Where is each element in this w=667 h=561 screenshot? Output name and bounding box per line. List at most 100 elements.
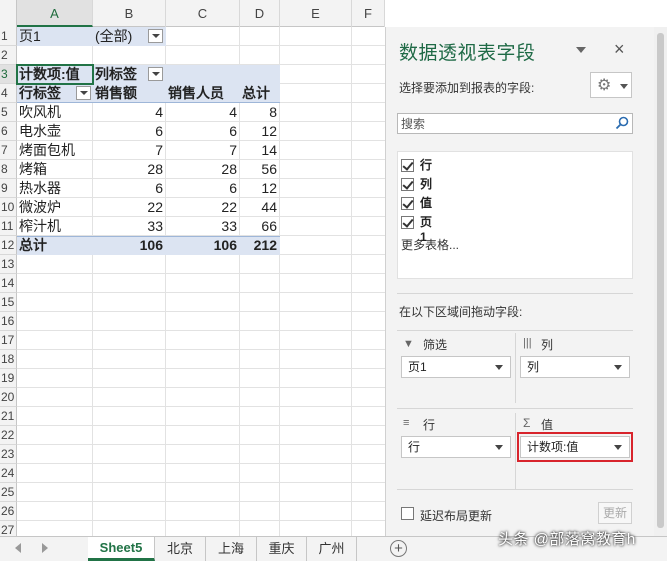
pivot-value-cell[interactable]: 6 xyxy=(93,122,166,141)
grand-total-label[interactable]: 总计 xyxy=(17,236,93,255)
chevron-down-icon[interactable] xyxy=(495,365,503,370)
pane-options-caret-icon[interactable] xyxy=(576,47,586,53)
column-header-f[interactable]: F xyxy=(352,0,385,27)
pivot-row-label-cell[interactable]: 榨汁机 xyxy=(17,217,93,236)
search-input[interactable] xyxy=(398,114,608,133)
pivot-value-cell[interactable]: 66 xyxy=(240,217,280,236)
checkbox-checked[interactable] xyxy=(401,197,414,210)
pivot-value-cell[interactable]: 22 xyxy=(166,198,240,217)
pivot-value-cell[interactable]: 12 xyxy=(240,122,280,141)
column-header-a[interactable]: A xyxy=(17,0,93,27)
grand-total-cell[interactable]: 106 xyxy=(166,236,240,255)
pivot-value-cell[interactable]: 44 xyxy=(240,198,280,217)
row-header[interactable]: 16 xyxy=(0,312,17,331)
grand-total-cell[interactable]: 212 xyxy=(240,236,280,255)
pivot-value-cell[interactable]: 56 xyxy=(240,160,280,179)
column-label-dropdown-button[interactable] xyxy=(148,67,163,81)
row-header[interactable]: 9 xyxy=(0,179,17,198)
pivot-value-cell[interactable]: 4 xyxy=(93,103,166,122)
pivot-row-label-cell[interactable]: 烤面包机 xyxy=(17,141,93,160)
pivot-row-label-cell[interactable]: 吹风机 xyxy=(17,103,93,122)
row-header[interactable]: 22 xyxy=(0,426,17,445)
row-header[interactable]: 14 xyxy=(0,274,17,293)
close-icon[interactable]: × xyxy=(614,39,625,60)
row-header[interactable]: 3 xyxy=(0,65,17,84)
pivot-row-label-cell[interactable]: 微波炉 xyxy=(17,198,93,217)
row-header[interactable]: 11 xyxy=(0,217,17,236)
pivot-filter-value[interactable]: (全部) xyxy=(93,27,153,46)
sheet-tab-guangzhou[interactable]: 广州 xyxy=(307,537,357,561)
pivot-filter-label[interactable]: 页1 xyxy=(17,27,93,46)
pivot-value-cell[interactable]: 6 xyxy=(93,179,166,198)
search-icon[interactable] xyxy=(615,116,629,130)
pivot-value-cell[interactable]: 7 xyxy=(93,141,166,160)
sheet-tab-beijing[interactable]: 北京 xyxy=(155,537,206,561)
pivot-row-label-cell[interactable]: 电水壶 xyxy=(17,122,93,141)
column-header-b[interactable]: B xyxy=(93,0,166,27)
row-header[interactable]: 6 xyxy=(0,122,17,141)
row-header[interactable]: 17 xyxy=(0,331,17,350)
column-header-d[interactable]: D xyxy=(240,0,280,27)
row-header[interactable]: 19 xyxy=(0,369,17,388)
defer-update-checkbox[interactable] xyxy=(401,507,414,520)
row-header[interactable]: 21 xyxy=(0,407,17,426)
more-tables-link[interactable]: 更多表格... xyxy=(401,236,459,253)
row-header[interactable]: 18 xyxy=(0,350,17,369)
row-label-dropdown-button[interactable] xyxy=(76,86,91,100)
horizontal-scroll-handle[interactable] xyxy=(420,545,425,553)
pivot-row-label-cell[interactable]: 热水器 xyxy=(17,179,93,198)
scrollbar-thumb[interactable] xyxy=(657,33,664,528)
checkbox-checked[interactable] xyxy=(401,159,414,172)
add-sheet-icon[interactable]: + xyxy=(390,540,407,557)
row-header[interactable]: 10 xyxy=(0,198,17,217)
field-search-box[interactable] xyxy=(397,113,633,134)
sheet-tab-sheet5[interactable]: Sheet5 xyxy=(88,537,155,561)
next-sheet-icon[interactable] xyxy=(42,543,48,553)
pivot-row-label-cell[interactable]: 烤箱 xyxy=(17,160,93,179)
pivot-value-cell[interactable]: 4 xyxy=(166,103,240,122)
pivot-row-label[interactable]: 行标签 xyxy=(17,84,77,103)
prev-sheet-icon[interactable] xyxy=(15,543,21,553)
update-button[interactable]: 更新 xyxy=(598,502,632,524)
filter-dropdown-button[interactable] xyxy=(148,29,163,43)
row-header[interactable]: 25 xyxy=(0,483,17,502)
columns-area-item[interactable]: 列 xyxy=(520,356,630,378)
grand-total-cell[interactable]: 106 xyxy=(93,236,166,255)
spreadsheet-grid[interactable]: A B C D E F 1 2 3 4 5 6 7 8 9 10 11 12 13 14 15 16 17 18 1… xyxy=(0,0,385,536)
pivot-value-cell[interactable]: 6 xyxy=(166,122,240,141)
pivot-value-cell[interactable]: 6 xyxy=(166,179,240,198)
sheet-tab-shanghai[interactable]: 上海 xyxy=(206,537,257,561)
filter-area-item[interactable]: 页1 xyxy=(401,356,511,378)
row-header[interactable]: 7 xyxy=(0,141,17,160)
pivot-column-label[interactable]: 列标签 xyxy=(93,65,149,84)
tools-button[interactable]: ⚙ xyxy=(590,72,632,98)
row-header[interactable]: 13 xyxy=(0,255,17,274)
row-header[interactable]: 20 xyxy=(0,388,17,407)
pivot-value-cell[interactable]: 33 xyxy=(93,217,166,236)
pivot-value-cell[interactable]: 12 xyxy=(240,179,280,198)
pivot-value-cell[interactable]: 28 xyxy=(93,160,166,179)
row-header[interactable]: 27 xyxy=(0,521,17,536)
rows-area-item[interactable]: 行 xyxy=(401,436,511,458)
pane-scrollbar[interactable] xyxy=(654,27,667,536)
chevron-down-icon[interactable] xyxy=(614,365,622,370)
pivot-value-cell[interactable]: 8 xyxy=(240,103,280,122)
pivot-value-cell[interactable]: 14 xyxy=(240,141,280,160)
row-header[interactable]: 12 xyxy=(0,236,17,255)
column-header-e[interactable]: E xyxy=(280,0,352,27)
pivot-value-cell[interactable]: 28 xyxy=(166,160,240,179)
row-header[interactable]: 4 xyxy=(0,84,17,103)
row-header[interactable]: 5 xyxy=(0,103,17,122)
pivot-value-cell[interactable]: 7 xyxy=(166,141,240,160)
pivot-header-sales[interactable]: 销售额 xyxy=(93,84,166,103)
chevron-down-icon[interactable] xyxy=(495,445,503,450)
sheet-tab-chongqing[interactable]: 重庆 xyxy=(257,537,307,561)
pivot-value-cell[interactable]: 22 xyxy=(93,198,166,217)
select-all-corner[interactable] xyxy=(0,0,17,27)
pivot-header-salesperson[interactable]: 销售人员 xyxy=(166,84,240,103)
pivot-value-cell[interactable]: 33 xyxy=(166,217,240,236)
pivot-header-total[interactable]: 总计 xyxy=(240,84,280,103)
column-header-c[interactable]: C xyxy=(166,0,240,27)
row-header[interactable]: 1 xyxy=(0,27,17,46)
row-header[interactable]: 24 xyxy=(0,464,17,483)
